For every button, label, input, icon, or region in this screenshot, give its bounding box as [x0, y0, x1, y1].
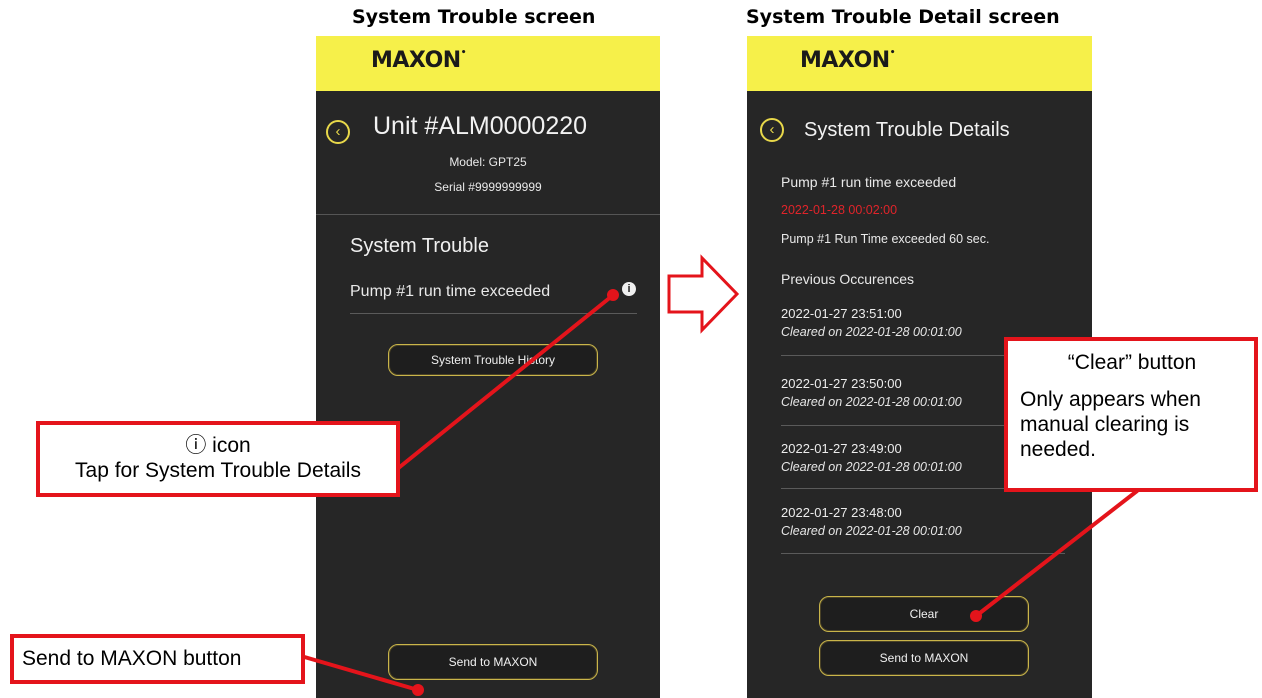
occurrence-cleared: Cleared on 2022-01-28 00:01:00: [781, 325, 962, 339]
occurrence-cleared: Cleared on 2022-01-28 00:01:00: [781, 460, 962, 474]
trouble-item-label: Pump #1 run time exceeded: [350, 283, 551, 300]
unit-title: Unit #ALM0000220: [373, 112, 588, 140]
occurrence-divider: [781, 553, 1065, 554]
chevron-left-icon: ‹: [335, 123, 341, 140]
info-icon-word: icon: [212, 434, 251, 457]
chevron-left-icon: ‹: [769, 121, 775, 138]
trouble-description: Pump #1 Run Time exceeded 60 sec.: [781, 232, 990, 246]
header-divider: [316, 214, 660, 215]
brand-bar: MAXON•: [316, 36, 660, 91]
system-trouble-history-button[interactable]: System Trouble History: [388, 344, 598, 376]
trouble-timestamp: 2022-01-28 00:02:00: [781, 203, 898, 217]
clear-callout-description: Only appears when manual clearing is nee…: [1020, 388, 1201, 461]
trouble-name: Pump #1 run time exceeded: [781, 174, 957, 190]
trouble-item-divider: [350, 313, 637, 314]
occurrence-date: 2022-01-27 23:51:00: [781, 306, 902, 321]
caption-system-trouble-screen: System Trouble screen: [352, 6, 596, 28]
send-callout-label: Send to MAXON button: [22, 647, 242, 670]
info-glyph: ⓘ: [185, 434, 207, 457]
model-text: Model: GPT25: [449, 155, 527, 169]
previous-occurrences-label: Previous Occurences: [781, 271, 915, 287]
occurrence-date: 2022-01-27 23:48:00: [781, 505, 902, 520]
occurrence-date: 2022-01-27 23:49:00: [781, 441, 902, 456]
maxon-logo: MAXON•: [800, 48, 896, 73]
serial-text: Serial #9999999999: [434, 180, 542, 194]
occurrence-cleared: Cleared on 2022-01-28 00:01:00: [781, 524, 962, 538]
system-trouble-screen: MAXON• ‹ Unit #ALM0000220 Model: GPT25 S…: [316, 36, 660, 698]
send-to-maxon-button[interactable]: Send to MAXON: [388, 644, 598, 680]
occurrence-date: 2022-01-27 23:50:00: [781, 376, 902, 391]
occurrence-cleared: Cleared on 2022-01-28 00:01:00: [781, 395, 962, 409]
back-button[interactable]: ‹: [326, 120, 350, 144]
clear-callout-title: “Clear” button: [1067, 351, 1197, 374]
section-title: System Trouble: [350, 235, 489, 257]
detail-title: System Trouble Details: [804, 119, 1010, 141]
info-icon[interactable]: i: [622, 282, 636, 296]
info-icon-callout: ⓘ icon Tap for System Trouble Details: [36, 421, 400, 497]
send-button-callout: Send to MAXON button: [10, 634, 305, 684]
back-button[interactable]: ‹: [760, 118, 784, 142]
send-to-maxon-button[interactable]: Send to MAXON: [819, 640, 1029, 676]
info-icon-description: Tap for System Trouble Details: [75, 459, 361, 482]
clear-button[interactable]: Clear: [819, 596, 1029, 632]
maxon-logo: MAXON•: [371, 48, 467, 73]
brand-bar: MAXON•: [747, 36, 1092, 91]
caption-system-trouble-detail-screen: System Trouble Detail screen: [746, 6, 1060, 28]
clear-button-callout: “Clear” button Only appears when manual …: [1004, 337, 1258, 492]
